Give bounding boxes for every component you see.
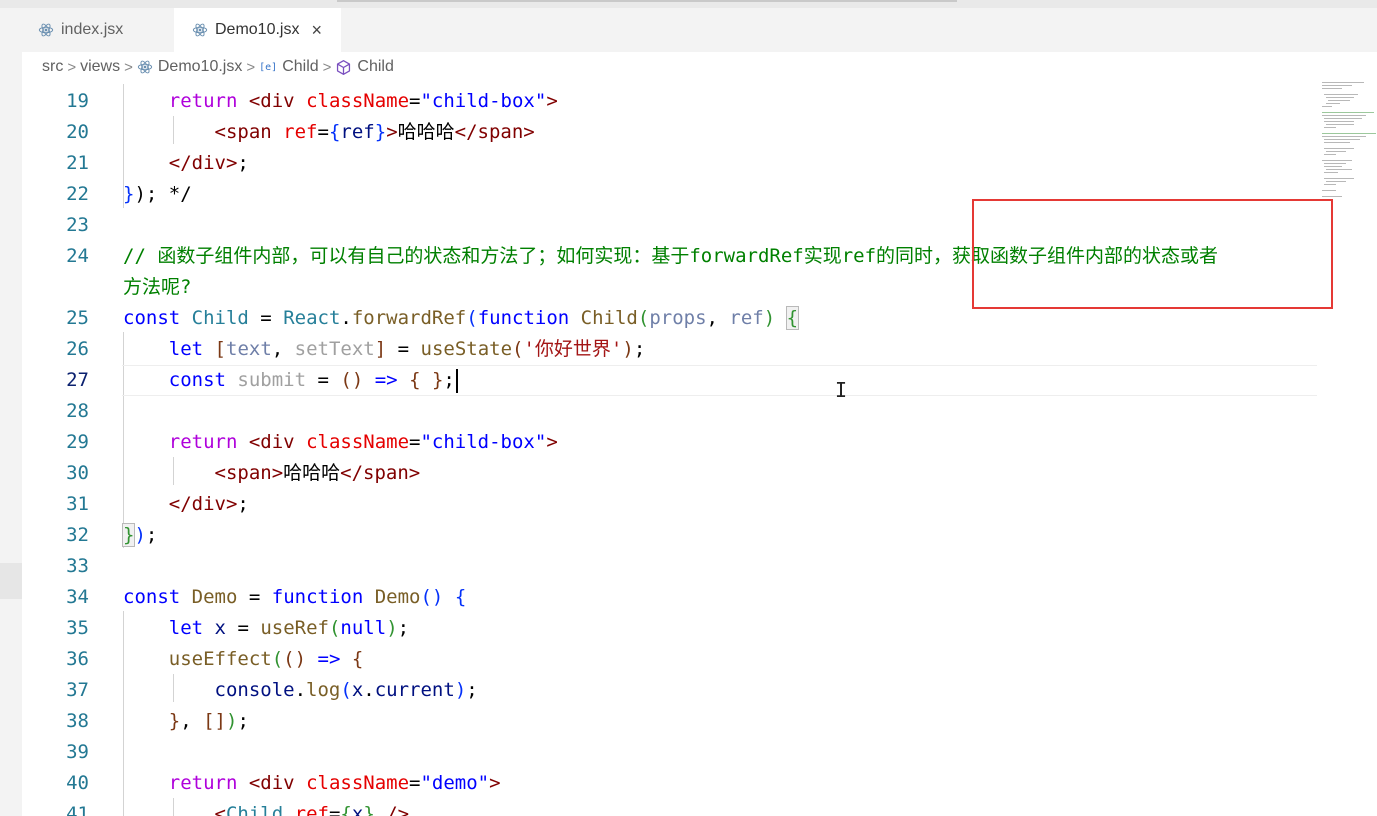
code-line: 26 let [text, setText] = useState('你好世界'… [22,334,1322,365]
code-text: </div>; [168,493,249,515]
breadcrumb-item-function[interactable]: Child [335,58,394,76]
line-number: 36 [66,648,89,670]
line-number: 20 [66,121,89,143]
activity-gutter [0,8,22,816]
code-line: 36 useEffect(() => { [22,644,1322,675]
editor-tab-bar: index.jsx Demo10.jsx × [22,8,1377,52]
line-number: 32 [66,524,89,546]
top-scroll-indicator [337,0,957,2]
line-number: 21 [66,152,89,174]
line-number: 31 [66,493,89,515]
code-text: return <div className="child-box"> [168,90,558,112]
line-number: 30 [66,462,89,484]
code-line: 29 return <div className="child-box"> [22,427,1322,458]
code-text: <span ref={ref}>哈哈哈</span> [214,121,535,143]
tab-demo10-jsx[interactable]: Demo10.jsx × [174,8,341,52]
tab-label: index.jsx [61,21,124,38]
line-number: 27 [66,369,89,391]
code-line: 21 </div>; [22,148,1322,179]
code-line: 32 }); [22,520,1322,551]
code-text: <Child ref={x} /> [214,803,410,816]
text-caret [455,368,458,393]
line-number: 25 [66,307,89,329]
code-line: 19 return <div className="child-box"> [22,86,1322,117]
line-number: 28 [66,400,89,422]
gutter-marker [0,563,22,599]
react-icon [192,23,208,37]
breadcrumb-item-variable[interactable]: [e] Child [259,58,319,76]
line-number: 41 [66,803,89,816]
code-line: 41 <Child ref={x} /> [22,799,1322,816]
variable-icon: [e] [259,61,278,73]
line-number: 38 [66,710,89,732]
line-number: 35 [66,617,89,639]
code-editor[interactable]: 19 return <div className="child-box"> 20… [22,84,1377,816]
line-number: 23 [66,214,89,236]
code-text: }); */ [123,183,192,205]
code-text: return <div className="demo"> [168,772,501,794]
line-number: 34 [66,586,89,608]
code-text: const Child = React.forwardRef(function … [123,306,800,330]
code-line: 38 }, []); [22,706,1322,737]
cube-icon [337,59,351,75]
code-line: 40 return <div className="demo"> [22,768,1322,799]
code-text: <span>哈哈哈</span> [214,462,421,484]
line-number: 26 [66,338,89,360]
breadcrumb: src > views > Demo10.jsx > [e] Child > C… [22,52,1377,82]
code-line: 33 [22,551,1322,582]
line-number: 40 [66,772,89,794]
ibeam-cursor-icon: I [835,378,848,402]
code-line: 39 [22,737,1322,768]
code-line-current: 27 const submit = () => { }; [22,365,1322,396]
line-number: 33 [66,555,89,577]
code-line: 30 <span>哈哈哈</span> [22,458,1322,489]
line-number: 22 [66,183,89,205]
code-line: 28 [22,396,1322,427]
code-text: useEffect(() => { [168,648,364,670]
line-number: 39 [66,741,89,763]
comment-text: 方法呢? [123,276,192,298]
window-top-strip [0,0,1377,8]
breadcrumb-item-views[interactable]: views [80,58,120,76]
code-text: }, []); [168,710,249,732]
code-line: 34 const Demo = function Demo() { [22,582,1322,613]
chevron-right-icon: > [246,58,256,76]
string-literal: '你好世界' [523,338,623,360]
chevron-right-icon: > [67,58,77,76]
line-number: 19 [66,90,89,112]
minimap[interactable] [1316,80,1377,210]
line-number: 37 [66,679,89,701]
code-line: 35 let x = useRef(null); [22,613,1322,644]
breadcrumb-variable-label: Child [282,58,319,75]
react-icon [38,23,54,37]
code-line: 31 </div>; [22,489,1322,520]
jsx-text: 哈哈哈 [397,121,455,143]
annotation-highlight-box [972,199,1333,309]
code-line: 20 <span ref={ref}>哈哈哈</span> [22,117,1322,148]
breadcrumb-function-label: Child [357,58,394,75]
jsx-text: 哈哈哈 [283,462,341,484]
tab-label: Demo10.jsx [215,21,300,38]
code-text: return <div className="child-box"> [168,431,558,453]
tab-index-jsx[interactable]: index.jsx [22,8,174,52]
code-text: const Demo = function Demo() { [123,586,467,608]
breadcrumb-item-src[interactable]: src [42,58,63,76]
close-icon[interactable]: × [311,20,322,41]
code-text: </div>; [168,152,249,174]
code-text: let x = useRef(null); [168,617,410,639]
breadcrumb-item-file[interactable]: Demo10.jsx [137,58,242,76]
chevron-right-icon: > [322,58,332,76]
code-text: }); [121,523,158,547]
line-number: 24 [66,245,89,267]
code-text: console.log(x.current); [214,679,478,701]
line-number: 29 [66,431,89,453]
breadcrumb-file-label: Demo10.jsx [157,58,243,75]
react-icon [137,60,153,74]
code-text: let [text, setText] = useState('你好世界'); [168,338,646,360]
code-line: 37 console.log(x.current); [22,675,1322,706]
code-text: const submit = () => { }; [123,365,458,396]
chevron-right-icon: > [124,58,133,76]
